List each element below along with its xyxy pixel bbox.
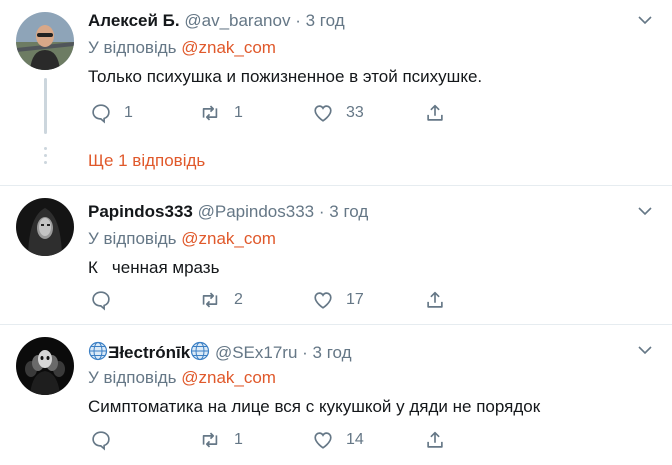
retweet-count: 1	[234, 104, 243, 121]
tweet-3[interactable]: Ǝłectrónīk @SEx17ru · 3 год У відповідь …	[0, 325, 672, 465]
tweet-text: Кченная мразь	[88, 257, 219, 279]
reply-to-line: У відповідь @znak_com	[88, 368, 276, 388]
heart-icon	[314, 292, 332, 309]
reply-prefix: У відповідь	[88, 229, 177, 248]
user-name[interactable]: Papindos333	[88, 202, 193, 221]
tweet-header: Алексей Б. @av_baranov · 3 год	[88, 11, 345, 31]
share-button[interactable]	[424, 288, 446, 312]
chevron-down-icon[interactable]	[638, 206, 652, 216]
share-icon	[427, 291, 443, 308]
share-button[interactable]	[424, 101, 446, 125]
chevron-down-icon[interactable]	[638, 15, 652, 25]
reply-prefix: У відповідь	[88, 38, 177, 57]
thread-dots	[44, 147, 47, 168]
user-handle[interactable]: @SEx17ru	[215, 343, 297, 362]
show-more-replies-link[interactable]: Ще 1 відповідь	[88, 151, 205, 171]
retweet-count: 1	[234, 431, 243, 448]
separator-dot: ·	[302, 343, 308, 362]
user-name[interactable]: Алексей Б.	[88, 11, 180, 30]
tweet-1[interactable]: Алексей Б. @av_baranov · 3 год У відпові…	[0, 0, 672, 185]
tweet-text-end: ченная мразь	[111, 258, 220, 277]
timestamp[interactable]: 3 год	[306, 11, 345, 30]
heart-icon	[314, 105, 332, 122]
share-icon	[427, 104, 443, 121]
mention-link[interactable]: @znak_com	[181, 229, 276, 248]
reply-to-line: У відповідь @znak_com	[88, 229, 276, 249]
avatar[interactable]	[16, 198, 74, 256]
reply-icon	[92, 291, 110, 311]
user-name[interactable]: Ǝłectrónīk	[108, 343, 190, 362]
like-count: 33	[346, 104, 364, 121]
retweet-icon	[202, 432, 218, 448]
avatar[interactable]	[16, 337, 74, 395]
like-count: 14	[346, 431, 364, 448]
heart-icon	[314, 432, 332, 449]
thread-line	[44, 78, 47, 134]
reply-button[interactable]	[90, 288, 124, 312]
reply-button[interactable]: 1	[90, 101, 133, 125]
chevron-down-icon[interactable]	[638, 345, 652, 355]
share-button[interactable]	[424, 428, 446, 452]
retweet-button[interactable]: 1	[198, 101, 243, 125]
retweet-button[interactable]: 1	[198, 428, 243, 452]
tweet-text-start: К	[88, 258, 98, 277]
tweet-text: Только психушка и пожизненное в этой пси…	[88, 67, 483, 86]
share-icon	[427, 431, 443, 448]
like-count: 17	[346, 291, 364, 308]
globe-icon	[88, 341, 108, 361]
avatar[interactable]	[16, 12, 74, 70]
reply-to-line: У відповідь @znak_com	[88, 38, 276, 58]
reply-prefix: У відповідь	[88, 368, 177, 387]
retweet-icon	[202, 105, 218, 121]
tweet-header: Papindos333 @Papindos333 · 3 год	[88, 202, 368, 222]
mention-link[interactable]: @znak_com	[181, 368, 276, 387]
like-button[interactable]: 17	[312, 288, 364, 312]
reply-button[interactable]	[90, 428, 124, 452]
reply-icon	[92, 431, 110, 451]
timestamp[interactable]: 3 год	[329, 202, 368, 221]
retweet-count: 2	[234, 291, 243, 308]
user-handle[interactable]: @av_baranov	[184, 11, 290, 30]
mention-link[interactable]: @znak_com	[181, 38, 276, 57]
retweet-icon	[202, 292, 218, 308]
separator-dot: ·	[318, 202, 325, 221]
timestamp[interactable]: 3 год	[313, 343, 352, 362]
reply-count: 1	[124, 104, 133, 121]
tweet-text: Симптоматика на лице вся с кукушкой у дя…	[88, 397, 541, 416]
tweet-2[interactable]: Papindos333 @Papindos333 · 3 год У відпо…	[0, 186, 672, 323]
user-handle[interactable]: @Papindos333	[198, 202, 315, 221]
globe-icon	[191, 341, 210, 361]
reply-icon	[92, 104, 110, 124]
retweet-button[interactable]: 2	[198, 288, 243, 312]
tweet-header: Ǝłectrónīk @SEx17ru · 3 год	[88, 341, 352, 363]
separator-dot: ·	[295, 11, 301, 30]
like-button[interactable]: 14	[312, 428, 364, 452]
like-button[interactable]: 33	[312, 101, 364, 125]
